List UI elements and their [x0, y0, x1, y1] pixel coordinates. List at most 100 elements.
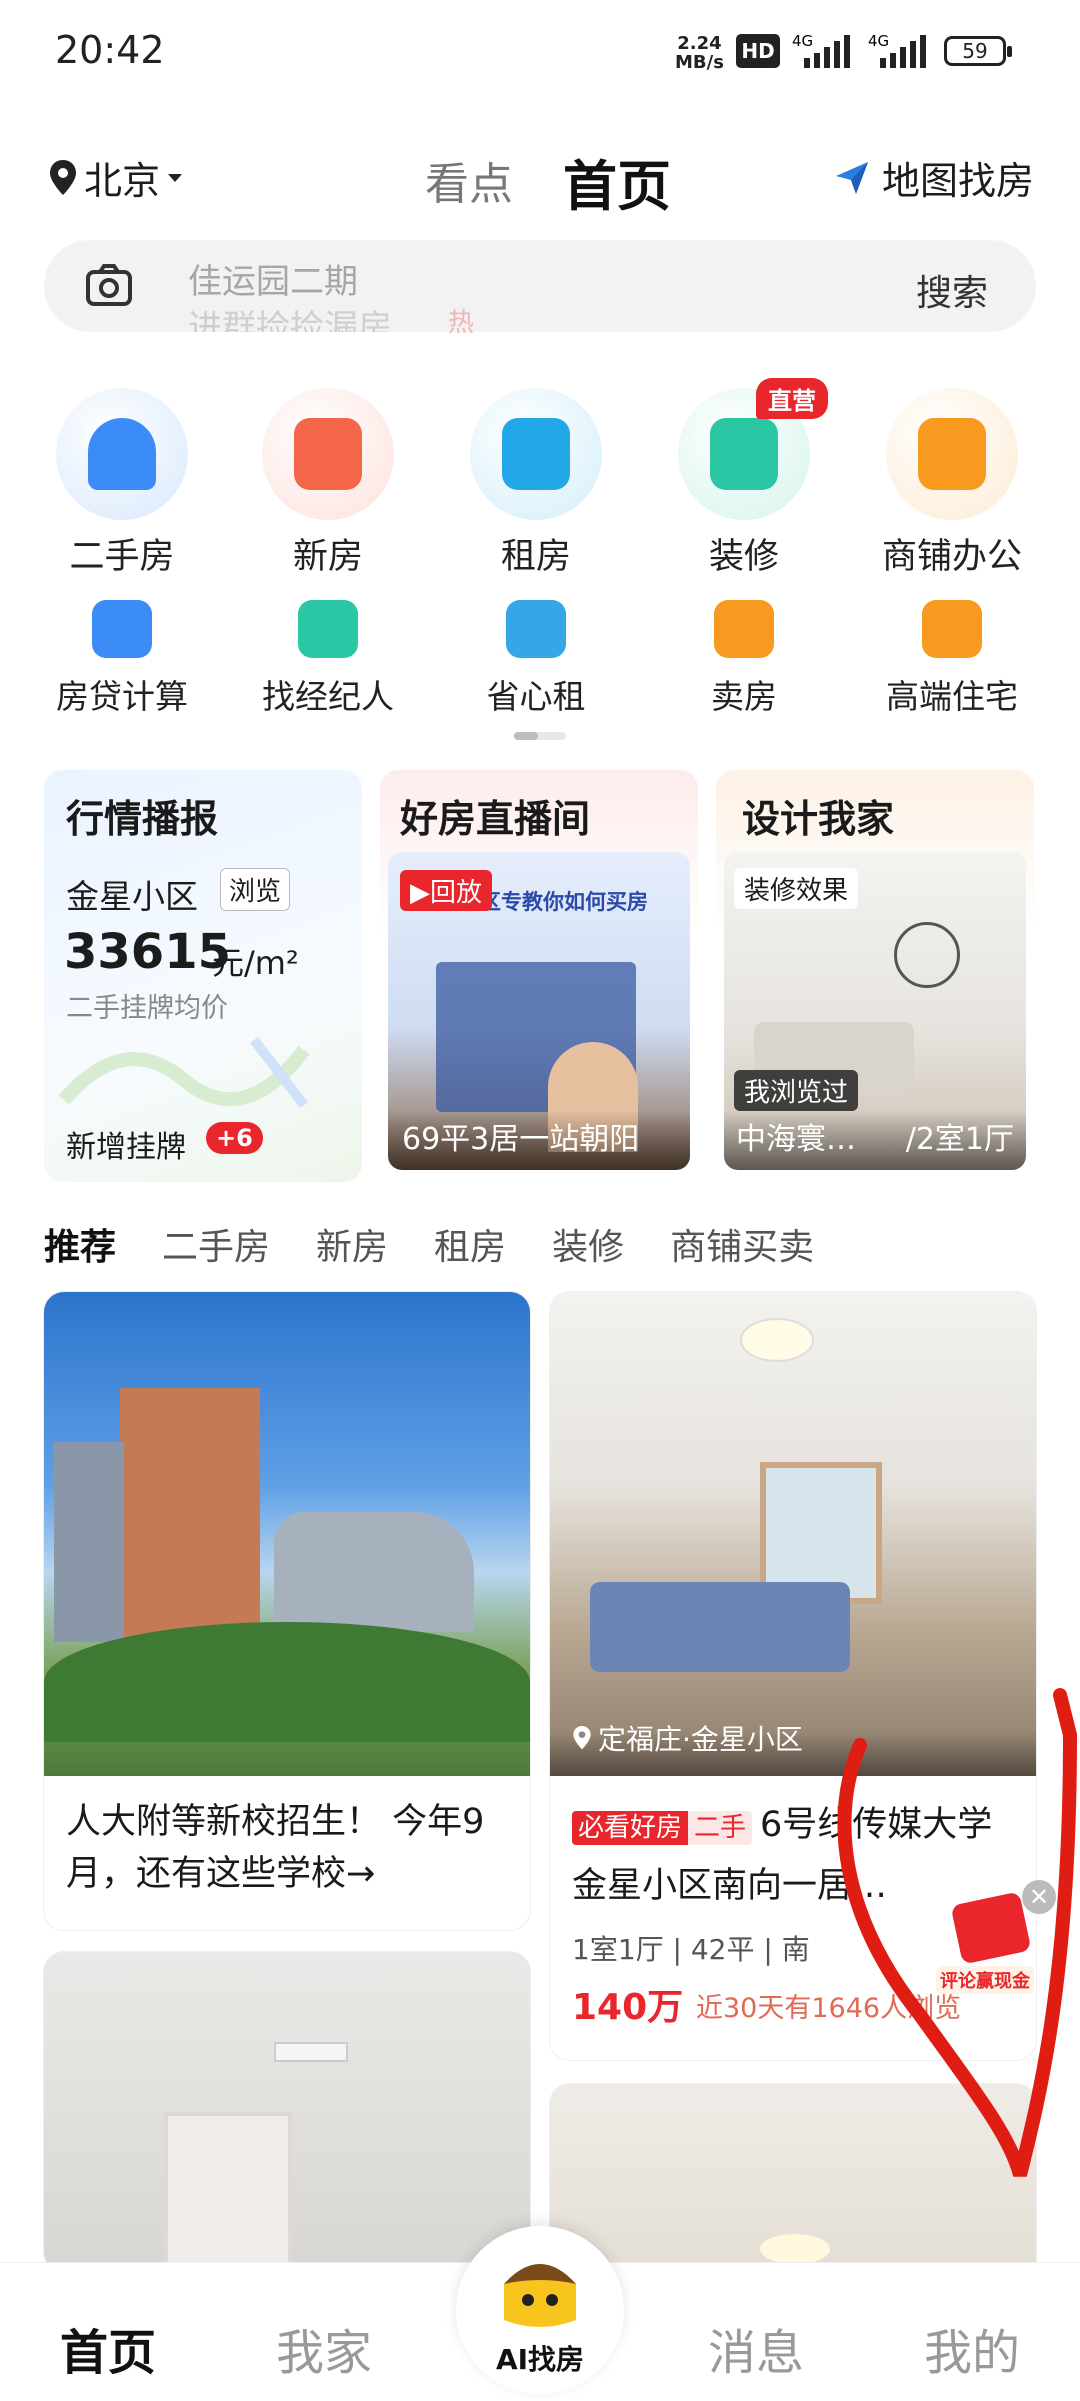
- building-glyph: [294, 418, 362, 490]
- svg-text:4G: 4G: [868, 34, 889, 50]
- shop-icon[interactable]: [886, 388, 1018, 520]
- feed-card-listing-3[interactable]: [44, 1952, 530, 2272]
- sofa-glyph: [502, 418, 570, 490]
- main-icon-label: 商铺办公: [881, 537, 1022, 577]
- sig1-label: 4G: [792, 34, 813, 50]
- play-icon: ▶: [410, 878, 430, 908]
- live-thumbnail[interactable]: 东城区专教你如何买房 ▶回放 69平3居一站朝阳: [388, 852, 690, 1170]
- category-tab[interactable]: 装修: [552, 1218, 624, 1270]
- signal-icon: 4G: [790, 32, 858, 70]
- camera-icon[interactable]: [84, 262, 134, 308]
- navigation-arrow-icon: [836, 161, 868, 194]
- net-speed: 2.24 MB/s: [675, 34, 724, 72]
- building-shape-2: [54, 1442, 124, 1642]
- market-price-unit: 元/m²: [212, 944, 299, 982]
- map-find-button[interactable]: 地图找房: [832, 150, 1034, 205]
- browse-tag: 浏览: [220, 868, 291, 911]
- search-button[interactable]: 搜索: [916, 264, 988, 316]
- promo-label: 评论赢现金: [936, 1966, 1034, 1994]
- agent-tie-icon[interactable]: [298, 600, 358, 658]
- ai-find-button[interactable]: AI找房: [456, 2226, 624, 2394]
- nav-messages[interactable]: 消息: [708, 2313, 804, 2383]
- shop-glyph: [918, 418, 986, 490]
- category-tab[interactable]: 商铺买卖: [670, 1218, 814, 1270]
- tab-home[interactable]: 首页: [563, 142, 671, 221]
- house-icon[interactable]: [56, 388, 188, 520]
- check-folder-icon[interactable]: [506, 600, 566, 658]
- new-listing-count: +6: [206, 1122, 263, 1154]
- article-caption: 人大附等新校招生！ 今年9月，还有这些学校→: [66, 1802, 485, 1894]
- category-tabs: 推荐 二手房 新房 租房 装修 商铺买卖: [44, 1218, 814, 1270]
- ai-find-label: AI找房: [495, 2343, 585, 2376]
- category-tab[interactable]: 租房: [434, 1218, 506, 1270]
- search-bar[interactable]: 佳运园二期 进群捡捡漏房 热 搜索: [44, 240, 1036, 338]
- hd-icon: HD: [736, 34, 780, 68]
- viewed-tag: 我浏览过: [734, 1070, 859, 1111]
- nav-myhome[interactable]: 我家: [276, 2313, 372, 2383]
- ai-mascot-icon: [504, 2264, 576, 2327]
- status-bar: 20:42 2.24 MB/s HD 4G 4G 59: [0, 0, 1080, 100]
- replay-label: 回放: [430, 878, 483, 908]
- search-suggestion: 佳运园二期: [188, 262, 358, 302]
- ceiling-lamp: [274, 2042, 348, 2062]
- main-icon-label: 新房: [292, 537, 363, 577]
- battery-icon: 59: [944, 36, 1012, 66]
- campus-photo: [44, 1292, 530, 1776]
- category-tab[interactable]: 二手房: [162, 1218, 270, 1270]
- building-shape-3: [274, 1512, 474, 1632]
- design-caption-2: /2室1厅: [905, 1122, 1014, 1157]
- live-caption: 69平3居一站朝阳: [402, 1122, 640, 1157]
- sub-icon-label: 省心租: [486, 677, 586, 716]
- main-icon-label: 装修: [708, 537, 779, 577]
- armchair-glyph: [710, 418, 778, 490]
- nav-home[interactable]: 首页: [60, 2313, 156, 2383]
- new-listing-label: 新增挂牌: [66, 1130, 186, 1165]
- design-thumbnail[interactable]: 装修效果 我浏览过 中海寰… /2室1厅: [724, 852, 1026, 1170]
- category-tab[interactable]: 新房: [316, 1218, 388, 1270]
- market-card[interactable]: 行情播报 金星小区 浏览 33615 元/m² 二手挂牌均价 新增挂牌 +6: [44, 770, 362, 1182]
- sub-icon-label: 高端住宅: [886, 677, 1018, 716]
- main-icon-label: 租房: [500, 537, 571, 577]
- listing-location: 定福庄·金星小区: [572, 1718, 803, 1758]
- red-envelope-icon: [950, 1891, 1032, 1965]
- direct-badge: 直营: [756, 378, 828, 419]
- hot-badge: 热: [448, 308, 475, 338]
- ceiling-lamp: [740, 1318, 814, 1362]
- location-pin-icon: [50, 159, 76, 195]
- search-suggestion-next: 进群捡捡漏房: [188, 308, 392, 332]
- design-title: 设计我家: [742, 797, 895, 841]
- sofa-icon[interactable]: [470, 388, 602, 520]
- net-speed-unit: MB/s: [675, 52, 724, 73]
- market-community: 金星小区: [66, 877, 198, 916]
- signal-icon-2: 4G: [866, 32, 934, 70]
- feed-card-article[interactable]: 人大附等新校招生！ 今年9月，还有这些学校→: [44, 1292, 530, 1930]
- house-glyph: [88, 418, 156, 490]
- category-tab[interactable]: 推荐: [44, 1218, 116, 1270]
- sub-icon-label: 找经纪人: [262, 677, 394, 716]
- lamp-ring: [894, 922, 960, 988]
- location-label: 北京: [84, 159, 161, 203]
- crown-box-icon[interactable]: [922, 600, 982, 658]
- location-selector[interactable]: 北京: [48, 150, 184, 205]
- tree-line: [44, 1622, 530, 1742]
- page-indicator: [514, 732, 566, 740]
- tag-icon[interactable]: [714, 600, 774, 658]
- secondhand-tag: 二手: [688, 1811, 753, 1845]
- nav-mine[interactable]: 我的: [924, 2313, 1020, 2383]
- calculator-icon[interactable]: [92, 600, 152, 658]
- market-illustration: [58, 1036, 310, 1109]
- caret-down-icon: [168, 173, 183, 182]
- replay-badge: ▶回放: [400, 870, 493, 911]
- building-shape: [120, 1388, 260, 1648]
- design-card[interactable]: 设计我家 装修效果 我浏览过 中海寰… /2室1厅: [716, 770, 1034, 1182]
- main-icon-label: 二手房: [69, 537, 175, 577]
- design-caption: 中海寰…: [736, 1122, 856, 1157]
- close-icon[interactable]: ✕: [1022, 1880, 1056, 1914]
- sub-icon-label: 卖房: [711, 677, 777, 716]
- tab-kandian[interactable]: 看点: [425, 148, 513, 212]
- net-speed-value: 2.24: [677, 33, 722, 54]
- building-icon[interactable]: [262, 388, 394, 520]
- live-card[interactable]: 好房直播间 东城区专教你如何买房 ▶回放 69平3居一站朝阳: [380, 770, 698, 1182]
- status-time: 20:42: [55, 28, 165, 72]
- location-pin-icon: [573, 1726, 591, 1750]
